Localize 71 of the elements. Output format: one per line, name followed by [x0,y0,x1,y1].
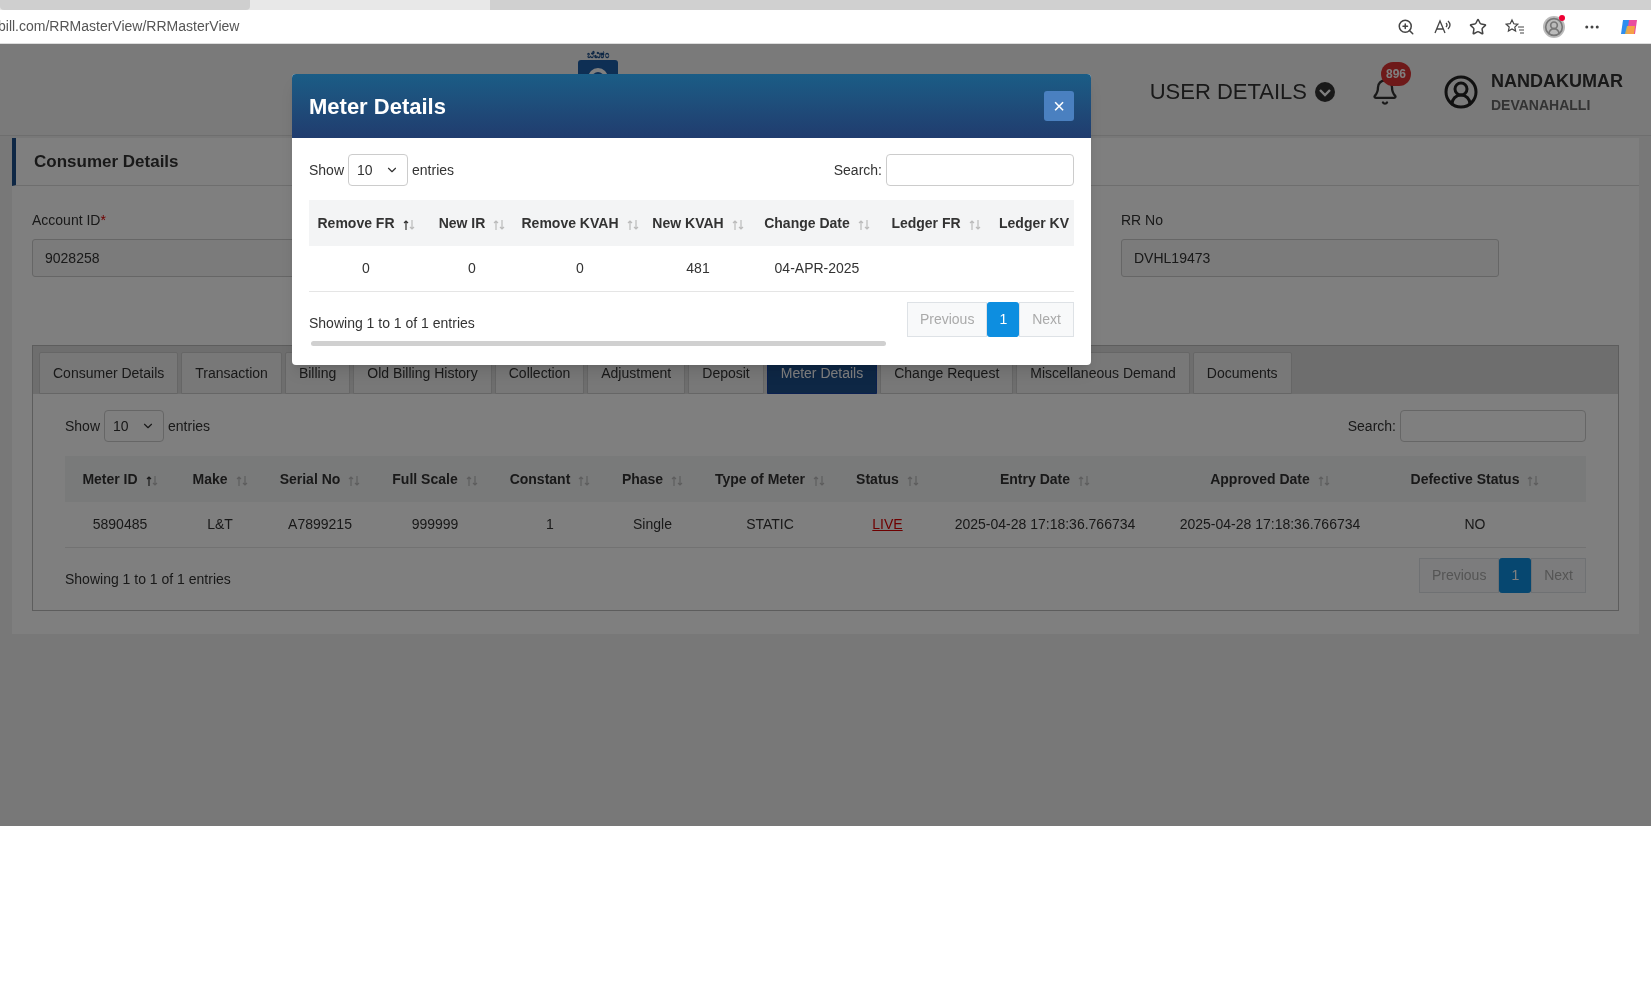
column-header[interactable]: Ledger FR [891,212,961,234]
table-cell-text: 999999 [411,515,459,534]
column-header[interactable]: Type of Meter [715,468,805,490]
column-header[interactable]: Meter ID [82,468,138,490]
column-header[interactable]: Remove FR [317,212,395,234]
status-link[interactable]: LIVE [872,514,903,535]
column-header[interactable]: Approved Date [1210,468,1310,490]
table-cell-text: 5890485 [92,515,148,534]
column-header[interactable]: Full Scale [392,468,458,490]
column-header[interactable]: Entry Date [1000,468,1070,490]
field-label: Account ID [32,211,101,230]
zoom-icon[interactable] [1397,17,1415,36]
column-header[interactable]: Phase [621,468,664,490]
show-label: Show [65,416,101,436]
table-cell-text: 04-APR-2025 [774,259,860,278]
column-header[interactable]: Serial No [279,468,341,490]
column-header[interactable]: Ledger KV [999,212,1069,234]
user-location: DEVANAHALLI [1491,95,1592,115]
notification-bell-icon[interactable] [1371,77,1399,106]
table-cell-text: A7899215 [288,515,352,534]
read-aloud-icon[interactable] [1433,17,1451,36]
column-header[interactable]: Defective Status [1410,468,1520,490]
user-name: NANDAKUMAR [1491,69,1623,93]
entries-info: Showing 1 to 1 of 1 entries [309,314,475,333]
page-size-select[interactable]: 10 [104,410,165,442]
avatar-icon [1443,73,1479,110]
entries-label: entries [412,160,455,180]
page-button[interactable]: 1 [1499,558,1532,593]
user-details-button[interactable]: USER DETAILS [1149,75,1335,108]
column-header[interactable]: Remove KVAH [521,212,619,234]
chevron-down-icon [1315,81,1335,102]
entries-label: entries [168,416,211,436]
column-header[interactable]: Make [192,468,228,490]
entries-info: Showing 1 to 1 of 1 entries [65,570,231,589]
table-cell-text: 1 [546,515,554,534]
column-header[interactable]: Constant [509,468,571,490]
profile-icon[interactable] [1543,15,1565,38]
modal-title: Meter Details [309,92,446,121]
search-label: Search: [833,160,882,180]
favorites-icon[interactable] [1505,17,1525,36]
column-header[interactable]: New KVAH [652,212,724,234]
logo-caption: ಬೆವಿಕಂ [587,50,609,60]
search-field[interactable] [886,154,1074,186]
text-field[interactable]: DVHL19473 [1121,239,1499,277]
section-title: Consumer Details [34,150,179,173]
column-header[interactable]: New IR [438,212,486,234]
close-button[interactable]: × [1044,91,1074,121]
table-cell-text: 2025-04-28 17:18:36.766734 [954,515,1136,534]
required-mark: * [100,211,106,230]
table-cell-text: STATIC [746,515,794,534]
column-header[interactable]: Change Date [764,212,850,234]
table-cell-text: 0 [468,259,476,278]
star-icon[interactable] [1469,17,1487,36]
notification-count: 896 [1381,61,1412,86]
tab[interactable]: Documents [1192,352,1292,394]
page-size-select[interactable]: 10 [348,154,409,186]
page-button[interactable]: 1 [987,302,1020,337]
table-cell-text: 481 [686,259,710,278]
field-label: RR No [1121,211,1163,230]
tab[interactable]: Consumer Details [39,352,179,394]
table-cell-text: 2025-04-28 17:18:36.766734 [1179,515,1361,534]
show-label: Show [309,160,345,180]
tab[interactable]: Transaction [181,352,282,394]
search-label: Search: [1347,416,1396,436]
table-cell-text: Single [633,515,672,534]
table-cell-text: 0 [576,259,584,278]
table-cell-text: L&T [207,515,233,534]
table-cell-text: NO [1464,515,1486,534]
column-header[interactable]: Status [856,468,899,490]
search-field[interactable] [1400,410,1586,442]
table-cell-text: 0 [362,259,370,278]
